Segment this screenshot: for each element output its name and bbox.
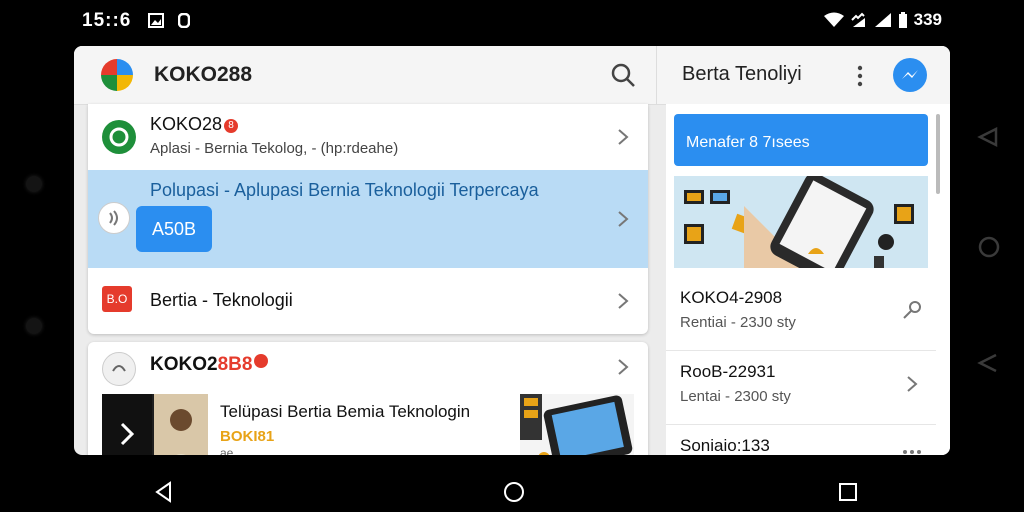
wifi-icon — [823, 12, 844, 27]
list-item[interactable]: B.O Bertia - Teknologii — [88, 268, 648, 334]
navigation-bar — [0, 466, 1024, 512]
video-thumbnail[interactable] — [102, 394, 208, 455]
list-item-subtitle: Rentiai - 23J0 sty — [680, 314, 796, 331]
battery-level: 339 — [913, 10, 942, 29]
cell-signal-icon — [874, 13, 891, 27]
app-logo[interactable] — [100, 58, 134, 92]
messenger-icon[interactable] — [893, 58, 927, 92]
app-screen: KOKO288 Berta Tenoliyi KOKO28 8 Aplasi -… — [74, 46, 950, 455]
install-chip[interactable]: A50B — [136, 206, 212, 252]
home-icon[interactable] — [502, 480, 526, 504]
chevron-right-icon — [618, 211, 629, 227]
gallery-icon — [148, 13, 164, 28]
feed-meta: ae — [220, 446, 234, 455]
status-bar: 15::6 339 — [0, 0, 1024, 42]
feed-tag: BOKI81 — [220, 428, 275, 445]
pin-icon[interactable] — [902, 300, 922, 320]
list-item-title: KOKO4-2908 — [680, 288, 783, 307]
list-item-highlighted[interactable]: Polupasi - Aplupasi Bernia Teknologii Te… — [88, 170, 648, 268]
feed-thumbnail[interactable] — [520, 394, 634, 455]
appbar-divider — [656, 46, 657, 104]
list-item-title: KOKO28 8 — [150, 114, 239, 135]
list-item-subtitle: Lentai - 2300 sty — [680, 388, 791, 405]
chevron-right-icon — [618, 129, 629, 145]
recents-icon[interactable] — [836, 480, 860, 504]
person-image — [154, 394, 208, 455]
left-panel: KOKO28 8 Aplasi - Bernia Tekolog, - (hp:r… — [74, 104, 664, 455]
chevron-right-icon — [618, 293, 629, 309]
status-time: 15::6 — [82, 10, 132, 31]
signal-icon — [850, 12, 865, 27]
chevron-right-icon — [618, 359, 629, 375]
promo-button[interactable]: Menafer 8 7ısees — [674, 114, 928, 166]
play-area — [102, 394, 152, 455]
more-vert-icon[interactable] — [854, 64, 866, 88]
notification-icon — [178, 13, 190, 28]
feed-card-title: KOKO28B8 — [150, 354, 269, 376]
back-icon[interactable] — [152, 480, 176, 504]
feed-card[interactable]: KOKO28B8 Telüpasi Bertia Bemia Teknologi… — [88, 342, 648, 455]
status-right: 339 — [823, 10, 942, 30]
battery-icon — [898, 12, 907, 28]
side-recent-icon[interactable] — [976, 350, 1002, 376]
list-item-subtitle: Aplasi - Bernia Tekolog, - (hp:rdeahe) — [150, 140, 399, 157]
chevron-right-icon — [907, 376, 918, 392]
list-item-title: Soniaio:133 — [680, 436, 770, 455]
device-sensor — [26, 318, 42, 334]
promo-image[interactable] — [674, 176, 928, 268]
scrollbar[interactable] — [936, 114, 940, 194]
app-title: KOKO288 — [154, 63, 253, 86]
list-card: KOKO28 8 Aplasi - Bernia Tekolog, - (hp:r… — [88, 104, 648, 334]
app-icon — [102, 352, 136, 386]
app-icon — [98, 202, 130, 234]
search-icon[interactable] — [610, 62, 636, 88]
device-sensor — [26, 176, 42, 192]
list-item[interactable]: RooB-22931 Lentai - 2300 sty — [666, 350, 936, 425]
more-horiz-icon[interactable] — [902, 442, 922, 455]
list-item[interactable]: KOKO4-2908 Rentiai - 23J0 sty — [666, 276, 936, 351]
right-panel: Menafer 8 7ısees KOKO4-2908 Rentiai - 23… — [666, 104, 950, 455]
list-item-title: Bertia - Teknologii — [150, 290, 293, 310]
list-item[interactable]: Soniaio:133 — [666, 424, 936, 455]
list-item-title: Polupasi - Aplupasi Bernia Teknologii Te… — [150, 180, 539, 200]
side-back-icon[interactable] — [976, 124, 1002, 150]
feed-headline: Telüpasi Bertia Bemia Teknologin — [220, 402, 471, 421]
list-item[interactable]: KOKO28 8 Aplasi - Bernia Tekolog, - (hp:r… — [88, 104, 648, 171]
notification-badge: 8 — [224, 119, 239, 133]
app-icon — [102, 120, 136, 154]
app-bar: KOKO288 Berta Tenoliyi — [74, 46, 950, 105]
notification-badge — [254, 354, 269, 368]
right-panel-title: Berta Tenoliyi — [682, 63, 802, 85]
app-icon: B.O — [102, 286, 132, 312]
side-home-icon[interactable] — [976, 234, 1002, 260]
list-item-title: RooB-22931 — [680, 362, 776, 381]
